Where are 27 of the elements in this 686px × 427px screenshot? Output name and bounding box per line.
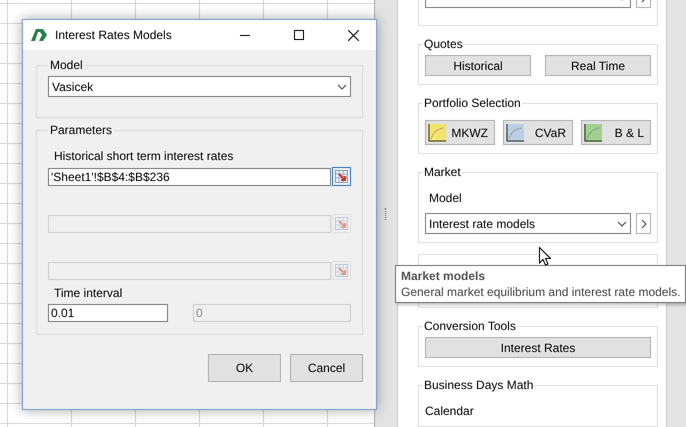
dropdown[interactable]: Interest rate models <box>425 213 631 234</box>
window-title: Interest Rates Models <box>55 28 173 42</box>
model-dropdown[interactable]: Vasicek <box>48 76 351 97</box>
field-label: Time interval <box>53 286 124 300</box>
button[interactable]: Historical <box>425 55 531 76</box>
group-label: Business Days Math <box>423 378 534 392</box>
dialog-button[interactable]: OK <box>208 354 281 382</box>
readonly-field: 0 <box>193 304 351 322</box>
group-label: Conversion Tools <box>423 319 517 333</box>
field-label: Historical short term interest rates <box>53 149 234 163</box>
range-field[interactable]: 'Sheet1'!$B$4:$B$236 <box>48 168 331 186</box>
button[interactable]: Interest Rates <box>425 337 651 358</box>
tooltip-text: General market equilibrium and interest rate models. <box>401 285 680 299</box>
time-interval-field[interactable]: 0.01 <box>48 304 168 322</box>
group-label: Market <box>423 165 462 179</box>
chart-button[interactable]: MKWZ <box>425 120 495 145</box>
field-label: Model <box>428 191 463 205</box>
field-label: Calendar <box>425 404 475 418</box>
button[interactable]: Real Time <box>545 55 651 76</box>
group-label: Quotes <box>423 37 464 51</box>
chart-button[interactable]: CVaR <box>503 120 573 145</box>
group-label: Portfolio Selection <box>423 96 522 110</box>
group-label: Parameters <box>49 123 114 137</box>
tooltip-title: Market models <box>401 269 486 283</box>
dialog-button[interactable]: Cancel <box>290 354 363 382</box>
group-label: Model <box>49 58 84 72</box>
chart-button[interactable]: B & L <box>581 120 651 145</box>
